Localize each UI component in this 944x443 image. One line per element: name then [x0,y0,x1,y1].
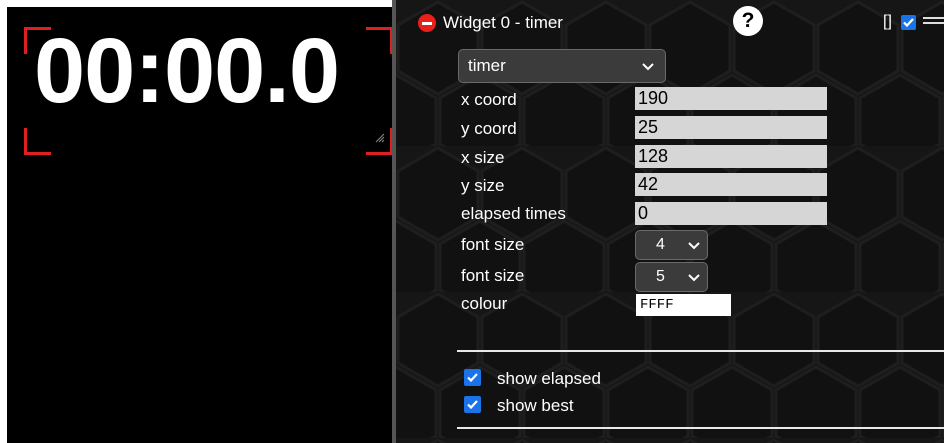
x-size-label: x size [461,148,505,167]
font-size-value-1: 4 [656,236,665,253]
widget-type-value: timer [468,56,506,75]
elapsed-times-input[interactable]: 0 [635,202,827,225]
font-size-select-2[interactable]: 5 [635,262,708,292]
font-size-label-1: font size [461,235,525,254]
show-best-checkbox[interactable] [464,396,481,413]
divider-line-bottom [457,427,944,429]
x-size-input[interactable]: 128 [635,145,827,168]
colour-input[interactable]: FFFF [636,294,731,316]
show-elapsed-label: show elapsed [497,369,601,388]
y-size-input[interactable]: 42 [635,173,827,196]
x-coord-input[interactable]: 190 [635,87,827,110]
widget-title: Widget 0 - timer [443,13,563,32]
timer-preview: 00:00.0 [7,7,393,443]
divider-line-top [457,350,944,352]
font-size-label-2: font size [461,266,525,285]
checkmark-icon [467,400,478,410]
bracket-toggle[interactable]: [] [883,13,892,31]
colour-label: colour [461,294,508,313]
chevron-down-icon [688,242,700,250]
y-size-label: y size [461,176,505,195]
frame-corner-bottom-left [24,128,51,155]
chevron-down-icon [642,63,654,71]
menu-icon[interactable] [923,17,944,27]
font-size-value-2: 5 [656,268,665,285]
font-size-select-1[interactable]: 4 [635,230,708,260]
x-coord-label: x coord [461,90,517,109]
frame-corner-top-right [366,27,393,54]
y-coord-input[interactable]: 25 [635,116,827,139]
show-elapsed-checkbox[interactable] [464,369,481,386]
timer-display: 00:00.0 [34,20,340,122]
checkmark-icon [467,373,478,383]
widget-type-select[interactable]: timer [458,49,666,83]
remove-widget-button[interactable] [418,14,436,32]
panel-enabled-checkbox[interactable] [901,15,916,30]
frame-corner-top-left [24,27,51,54]
resize-grip-icon[interactable] [373,131,385,143]
chevron-down-icon [688,274,700,282]
show-best-label: show best [497,396,574,415]
elapsed-times-label: elapsed times [461,204,566,223]
y-coord-label: y coord [461,119,517,138]
checkmark-icon [903,18,914,28]
widget-settings-panel: Widget 0 - timer ? [] timer x coord 190 … [396,0,944,443]
help-button[interactable]: ? [733,6,763,36]
